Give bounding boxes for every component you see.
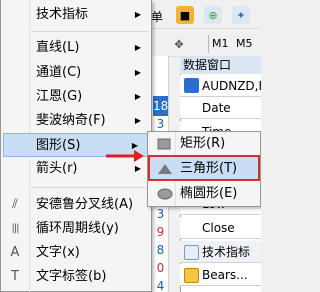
price-number: 18 — [153, 96, 168, 116]
symbol-chart-icon — [184, 78, 199, 93]
menu-item-10[interactable]: T 文字标签(b) — [1, 265, 151, 289]
menu-item-label: 循环周期线(y) — [36, 221, 119, 236]
text-label-icon: T — [11, 269, 19, 284]
submenu-item-label: 三角形(T) — [180, 161, 238, 176]
menu-item-label: 技术指标 — [36, 7, 89, 22]
menu-item-2[interactable]: 通道(C) ▶ — [1, 61, 151, 85]
toolbar-text[interactable]: 单 — [151, 8, 163, 25]
toolbar-separator — [208, 35, 209, 53]
signal-icon[interactable]: ⊕ — [204, 6, 222, 24]
price-number: 3 — [156, 207, 165, 221]
submenu-item-triangle[interactable]: 三角形(T) — [148, 157, 260, 181]
submenu-item-ellipse[interactable]: 椭圆形(E) — [148, 182, 260, 206]
menu-item-label: 文字标签(b) — [36, 269, 107, 284]
screen: 单 ■ ⊕ ✦ ✥ M1 M5 183115139804 数据窗口 AUDNZD… — [0, 0, 261, 292]
menu-item-0[interactable]: 技术指标 ▶ — [1, 3, 151, 27]
submenu-item-label: 矩形(R) — [180, 136, 226, 151]
submenu-arrow-icon: ▶ — [134, 68, 141, 77]
indicator-f-icon — [184, 268, 199, 283]
menu-item-label: 箭头(r) — [36, 161, 78, 176]
pitchfork-icon: ⫽ — [12, 197, 18, 212]
submenu-arrow-icon: ▶ — [134, 10, 141, 19]
symbol-label: AUDNZD,H — [202, 79, 261, 93]
menu-separator — [31, 31, 149, 32]
data-field-label: Close — [202, 221, 235, 235]
market-icon[interactable]: ✦ — [232, 6, 250, 24]
context-menu: 技术指标 ▶ 直线(L) ▶ 通道(C) ▶ 江恩(G) ▶ 斐波纳奇(F) ▶ 图形(S) ▶ 箭头(… — [0, 0, 152, 292]
submenu-arrow-icon: ▶ — [134, 116, 141, 125]
data-field-row: Close — [180, 217, 261, 239]
menu-item-label: 文字(x) — [36, 245, 80, 260]
menu-item-label: 直线(L) — [36, 40, 80, 55]
red-arrow-indicator — [106, 150, 144, 162]
data-field-label: Date — [202, 101, 231, 115]
data-window-title: 数据窗口 — [180, 56, 261, 74]
menu-item-label: 斐波纳奇(F) — [36, 113, 106, 128]
menu-item-label: 通道(C) — [36, 65, 82, 80]
indicator-window-icon — [184, 245, 199, 260]
submenu-item-rectangle[interactable]: 矩形(R) — [148, 132, 260, 156]
main-toolbar: 单 ■ ⊕ ✦ — [148, 3, 261, 29]
menu-item-8[interactable]: ||| 循环周期线(y) — [1, 217, 151, 241]
menu-item-1[interactable]: 直线(L) ▶ — [1, 36, 151, 60]
menu-item-label: 图形(S) — [36, 138, 81, 153]
shapes-submenu: 矩形(R) 三角形(T) 椭圆形(E) — [147, 131, 261, 207]
data-field-row: Date — [180, 97, 261, 119]
menu-item-7[interactable]: ⫽ 安德鲁分叉线(A) — [1, 193, 151, 217]
menu-item-label: 安德鲁分叉线(A) — [36, 197, 134, 212]
bears-label: Bears... — [202, 268, 248, 282]
price-number: 8 — [156, 243, 165, 257]
menu-separator — [31, 187, 149, 188]
period-m5-button[interactable]: M5 — [236, 37, 253, 50]
rectangle-icon — [157, 138, 171, 150]
submenu-arrow-icon: ▶ — [134, 92, 141, 101]
price-number: 9 — [156, 225, 165, 239]
submenu-item-label: 椭圆形(E) — [180, 186, 238, 201]
cycle-lines-icon: ||| — [11, 223, 19, 234]
period-toolbar: ✥ M1 M5 — [148, 31, 261, 57]
menu-item-label: 江恩(G) — [36, 89, 83, 104]
price-number: 4 — [156, 279, 165, 292]
price-number: 0 — [156, 261, 165, 275]
chart-icon[interactable]: ■ — [176, 6, 194, 24]
submenu-arrow-icon: ▶ — [134, 43, 141, 52]
arrange-icon[interactable]: ✥ — [170, 35, 188, 53]
menu-item-4[interactable]: 斐波纳奇(F) ▶ — [1, 109, 151, 133]
menu-item-9[interactable]: A 文字(x) — [1, 241, 151, 265]
text-icon: A — [10, 245, 20, 260]
period-m1-button[interactable]: M1 — [212, 37, 229, 50]
triangle-icon — [158, 164, 172, 174]
menu-item-3[interactable]: 江恩(G) ▶ — [1, 85, 151, 109]
ellipse-icon — [157, 188, 173, 200]
